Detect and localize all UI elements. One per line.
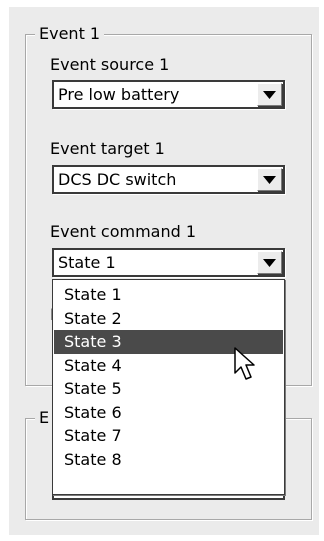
dropdown-option[interactable]: State 1	[54, 283, 283, 307]
event-source-value: Pre low battery	[58, 85, 180, 104]
event-target-label: Event target 1	[50, 139, 165, 158]
dropdown-option[interactable]: State 7	[54, 424, 283, 448]
event-target-select[interactable]: DCS DC switch	[52, 165, 285, 194]
event-command-label: Event command 1	[50, 222, 197, 241]
event-command-select[interactable]: State 1	[52, 248, 285, 277]
mouse-cursor-icon	[234, 347, 255, 380]
dropdown-option[interactable]: State 6	[54, 401, 283, 425]
event-source-select[interactable]: Pre low battery	[52, 80, 285, 109]
dropdown-option[interactable]: State 8	[54, 448, 283, 472]
event-command-dropdown-button[interactable]	[257, 251, 282, 274]
event-command-dropdown-list[interactable]: State 1 State 2 State 3 State 4 State 5 State…	[52, 279, 285, 495]
event-1-group-title: Event 1	[35, 25, 105, 43]
dropdown-option[interactable]: State 2	[54, 307, 283, 331]
event-command-value: State 1	[58, 253, 116, 272]
chevron-down-icon	[263, 259, 276, 267]
event-target-dropdown-button[interactable]	[257, 168, 282, 191]
event-source-dropdown-button[interactable]	[257, 83, 282, 106]
chevron-down-icon	[263, 91, 276, 99]
event-target-value: DCS DC switch	[58, 170, 177, 189]
chevron-down-icon	[263, 176, 276, 184]
event-source-label: Event source 1	[50, 55, 170, 74]
event-2-group-title: E	[35, 409, 54, 427]
